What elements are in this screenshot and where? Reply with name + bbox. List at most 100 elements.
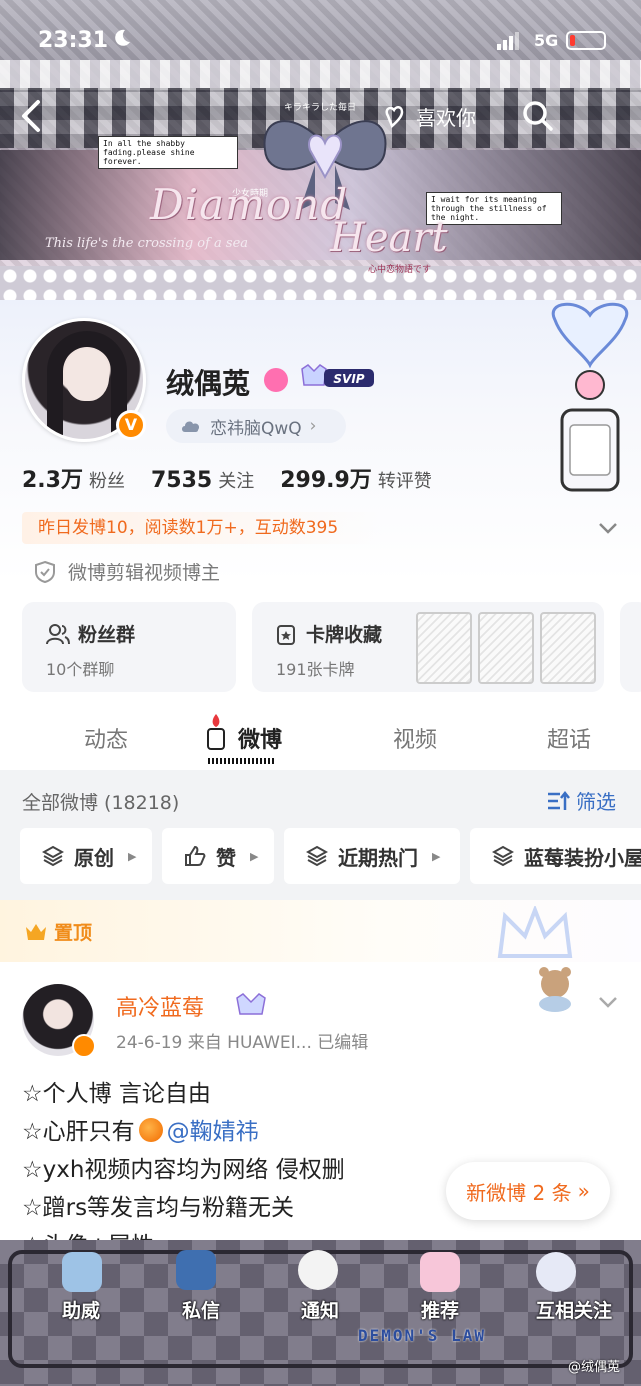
message-icon — [176, 1250, 216, 1290]
layers-icon — [306, 845, 328, 867]
next-card-peek[interactable] — [620, 602, 641, 692]
banner-note-1: In all the shabby fading.please shine fo… — [98, 136, 238, 169]
nav-cheer[interactable]: 助威 — [36, 1296, 126, 1323]
tab-weibo[interactable]: 微博 — [238, 722, 282, 754]
female-gender-icon — [264, 368, 288, 392]
cloud-icon — [182, 421, 200, 432]
caret-right-icon: ▶ — [250, 849, 259, 863]
tab-dynamic[interactable]: 动态 — [84, 722, 128, 754]
post-svip-crown-icon — [236, 993, 266, 1015]
card-collection-title-row: 卡牌收藏 — [276, 620, 382, 647]
filter-icon — [548, 790, 570, 810]
nav-mutual-follow[interactable]: 互相关注 — [514, 1296, 634, 1323]
chip-skin-house-label: 蓝莓装扮小屋 — [524, 845, 641, 870]
nav-notifications[interactable]: 通知 — [275, 1296, 365, 1323]
status-time: 23:31 — [38, 28, 109, 53]
chip-recent-hot-label: 近期热门 — [338, 845, 418, 870]
card-collection-sub: 191张卡牌 — [276, 660, 355, 679]
activity-summary[interactable]: 昨日发博10，阅读数1万+，互动数395 — [22, 512, 382, 544]
teddy-bear-sticker — [539, 967, 571, 1012]
double-chevron-down-icon: » — [577, 1179, 590, 1203]
card-star-icon — [277, 624, 295, 645]
chip-recent-hot[interactable]: 近期热门 ▶ — [284, 828, 460, 884]
signal-icon — [497, 32, 519, 50]
chip-original[interactable]: 原创 ▶ — [20, 828, 152, 884]
pinned-label: 置顶 — [54, 922, 93, 944]
svip-badge[interactable]: SVIP — [298, 363, 376, 391]
banner-jp-top: キラキラした毎日 — [284, 103, 357, 113]
shield-check-icon — [35, 560, 55, 583]
nav-recommend[interactable]: 推荐 — [395, 1296, 485, 1323]
role-line: 微博剪辑视频博主 — [34, 558, 220, 585]
collected-card-thumbnail — [540, 612, 596, 684]
banner-italic-line: This life's the crossing of a sea — [45, 236, 249, 251]
banner-title-diamond: Diamond — [150, 180, 349, 229]
stat-interactions-num: 299.9万 — [280, 468, 372, 493]
pinned-label-row: 置顶 — [24, 918, 92, 945]
notification-icon — [298, 1250, 338, 1290]
search-icon[interactable] — [520, 98, 554, 132]
post-line-1: ☆个人博 言论自由 — [22, 1081, 211, 1107]
cheer-icon — [62, 1252, 102, 1292]
watermark: @绒偶莵 — [568, 1360, 621, 1375]
role-label: 微博剪辑视频博主 — [68, 562, 221, 584]
stat-interactions-label: 转评赞 — [377, 471, 432, 492]
fans-group-sub: 10个群聊 — [46, 660, 115, 679]
tab-video[interactable]: 视频 — [393, 722, 437, 754]
thumbs-up-icon — [185, 845, 206, 866]
chip-liked[interactable]: 赞 ▶ — [162, 828, 274, 884]
collected-card-thumbnail — [416, 612, 472, 684]
card-collection-card[interactable]: 卡牌收藏 191张卡牌 — [252, 602, 604, 692]
profile-tabs: 动态 微博 视频 超话 — [0, 708, 641, 768]
stat-following-num: 7535 — [150, 468, 213, 493]
chevron-down-icon[interactable] — [596, 516, 620, 540]
tab-active-indicator — [208, 758, 276, 764]
chip-skin-house[interactable]: 蓝莓装扮小屋 — [470, 828, 641, 884]
crown-outline-decoration — [497, 906, 573, 958]
all-weibo-count: 全部微博 (18218) — [22, 792, 180, 814]
stat-following[interactable]: 7535 关注 — [151, 467, 254, 493]
banner-title-heart: Heart — [330, 215, 448, 261]
post-line-2: ☆心肝只有 @鞠婧祎 — [22, 1112, 259, 1146]
filter-button[interactable]: 筛选 — [546, 786, 616, 815]
fans-group-card[interactable]: 粉丝群 10个群聊 — [22, 602, 236, 692]
bottom-decoration-text: DEMON'S LAW — [358, 1326, 486, 1345]
moon-icon — [115, 29, 130, 46]
people-icon — [46, 623, 70, 644]
svip-label: SVIP — [333, 372, 364, 386]
orange-icon — [138, 1118, 163, 1142]
post-line-4: ☆蹭rs等发言均与粉籍无关 — [22, 1195, 295, 1221]
chip-liked-label: 赞 — [216, 845, 236, 870]
stat-interactions[interactable]: 299.9万 转评赞 — [280, 462, 432, 494]
pinned-header: 置顶 — [0, 900, 641, 962]
new-weibo-button[interactable]: 新微博 2 条 » — [446, 1162, 610, 1220]
card-collection-title: 卡牌收藏 — [306, 624, 383, 646]
battery-icon — [566, 31, 606, 50]
super-topic-label: 恋祎脑QwQ — [210, 418, 302, 439]
post-meta: 24-6-19 来自 HUAWEI... 已编辑 — [116, 1033, 369, 1053]
chevron-right-icon: › — [309, 416, 317, 436]
status-bar: 23:31 5G — [0, 0, 641, 58]
super-topic-tag[interactable]: 恋祎脑QwQ › — [166, 409, 346, 443]
fans-group-title-row: 粉丝群 — [46, 620, 135, 647]
mention-link[interactable]: @鞠婧祎 — [167, 1119, 259, 1145]
profile-stats: 2.3万 粉丝 7535 关注 299.9万 转评赞 — [22, 462, 432, 494]
banner-lace-top — [0, 60, 641, 90]
mutual-follow-icon — [536, 1252, 576, 1292]
verified-badge-icon: V — [116, 410, 146, 440]
stat-followers[interactable]: 2.3万 粉丝 — [22, 462, 125, 494]
new-weibo-label: 新微博 2 条 — [466, 1180, 572, 1205]
post-author-name[interactable]: 高冷蓝莓 — [116, 990, 204, 1022]
layers-icon — [492, 845, 514, 867]
like-you-button[interactable]: 喜欢你 — [382, 100, 476, 132]
collected-card-thumbnail — [478, 612, 534, 684]
fans-group-title: 粉丝群 — [78, 624, 136, 646]
chevron-down-icon[interactable] — [596, 990, 620, 1014]
tab-super-topic[interactable]: 超话 — [547, 722, 591, 754]
nav-messages[interactable]: 私信 — [156, 1296, 246, 1323]
recommend-icon — [420, 1252, 460, 1292]
back-arrow-icon[interactable] — [18, 98, 46, 134]
caret-right-icon: ▶ — [128, 849, 137, 863]
layers-icon — [42, 845, 64, 867]
candle-icon — [207, 714, 225, 750]
